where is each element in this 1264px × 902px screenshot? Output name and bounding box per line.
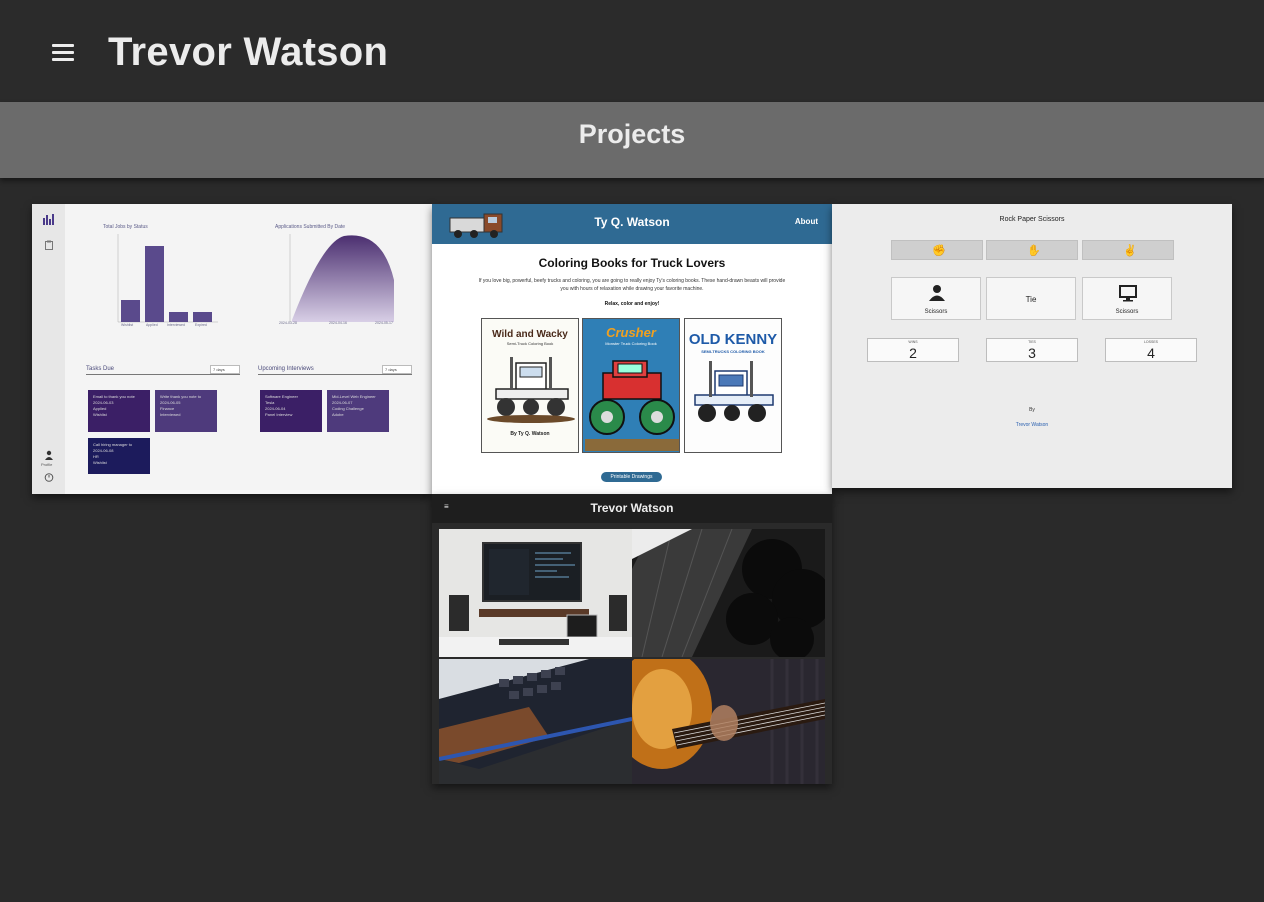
guitar-photo [632,659,825,784]
x-label-applied: Applied [146,323,158,327]
bar-applied [145,246,164,322]
hand-icon: ✋ [1027,245,1041,257]
printable-drawings-button[interactable]: Printable Drawings [601,472,662,482]
result-box: Tie [986,277,1076,320]
bar-chart-title: Total Jobs by Status [103,224,148,230]
ties-value: 3 [1028,345,1036,361]
fist-icon: ✊ [932,245,946,257]
profile-label: Profile [41,462,53,467]
hamburger-icon [52,44,74,47]
player-choice-label: Scissors [924,309,948,315]
truck-illustration [487,357,575,423]
task-tile[interactable]: Call hiring manager to 2024-06-08 HR Wishli… [88,438,150,474]
scissors-button[interactable]: ✌ [1082,240,1174,260]
upcoming-interviews-title: Upcoming Interviews [258,366,314,372]
coloring-brand[interactable]: Ty Q. Watson [432,215,832,229]
scissors-hand-icon: ✌ [1123,245,1137,257]
site-title[interactable]: Trevor Watson [108,30,388,75]
keyboard-photo [439,659,632,784]
tasks-due-title: Tasks Due [86,366,115,372]
jobs-by-status-bar-chart [117,234,218,323]
logo-chart-icon [43,214,54,225]
task-tile[interactable]: Email to thank you note 2024-06-03 Applied… [88,390,150,432]
paper-button[interactable]: ✋ [986,240,1078,260]
book-wild-and-wacky[interactable]: Wild and Wacky Semi-Truck Coloring Book … [481,318,579,453]
ties-counter: TIES 3 [986,338,1078,362]
author-link[interactable]: Trevor Watson [832,422,1232,428]
x-label-date-1: 2024-03-28 [279,321,297,325]
interview-tile[interactable]: Software Engineer Tesla 2024-06-04 Panel In… [260,390,322,432]
desktop-icon [1119,285,1137,302]
portfolio-title[interactable]: Trevor Watson [432,501,832,515]
coloring-tagline: Relax, color and enjoy! [604,301,660,307]
project-card-rock-paper-scissors[interactable]: Rock Paper Scissors ✊ ✋ ✌ Scissors Tie S… [832,204,1232,488]
project-card-job-tracker[interactable]: Profile Total Jobs by Status Wishlist Ap… [32,204,432,494]
player-choice-box: Scissors [891,277,981,320]
profile-icon[interactable] [44,450,54,460]
interviews-range-select[interactable]: 7 days [382,365,412,374]
coloring-description: If you love big, powerful, beefy trucks … [478,278,786,292]
losses-counter: LOSSES 4 [1105,338,1197,362]
wins-value: 2 [909,345,917,361]
semi-truck-illustration [694,361,774,422]
computer-choice-box: Scissors [1082,277,1172,320]
applications-by-date-area-chart [289,234,394,322]
x-label-expired: Expired [195,323,207,327]
desk-setup-photo [439,529,632,657]
rock-button[interactable]: ✊ [891,240,983,260]
by-label: By [1029,407,1035,413]
bar-wishlist [121,300,140,322]
about-link[interactable]: About [795,217,818,226]
rps-title: Rock Paper Scissors [999,216,1065,223]
result-label: Tie [1025,295,1037,304]
tasks-range-select[interactable]: 7 days [210,365,240,374]
area-chart-title: Applications Submitted By Date [275,224,346,230]
project-card-coloring-books[interactable]: Ty Q. Watson About Coloring Books for Tr… [432,204,832,494]
x-label-date-3: 2024-05-17 [375,321,393,325]
sidebar: Profile [32,204,65,494]
computer-choice-label: Scissors [1115,309,1139,315]
losses-value: 4 [1147,345,1155,361]
section-title: Projects [578,119,686,149]
clipboard-icon[interactable] [44,240,54,250]
bar-interviewed [169,312,188,322]
project-card-portfolio[interactable]: ≡ Trevor Watson [432,494,832,784]
hamburger-menu-button[interactable] [52,44,74,66]
interview-tile[interactable]: Mid-Level Web Engineer 2024-06-07 Coding C… [327,390,389,432]
bar-expired [193,312,212,322]
building-trees-photo [632,529,825,657]
user-icon [929,285,945,301]
book-crusher[interactable]: Crusher Monster Truck Coloring Book [582,318,680,453]
task-tile[interactable]: Write thank you note to 2024-06-05 Finance… [155,390,217,432]
monster-truck-illustration [585,360,679,451]
x-label-wishlist: Wishlist [121,323,134,327]
wins-counter: WINS 2 [867,338,959,362]
area-series [292,235,394,322]
x-label-date-2: 2024-04-16 [329,321,347,325]
coloring-heading: Coloring Books for Truck Lovers [538,256,726,270]
timer-icon[interactable] [44,472,54,482]
book-old-kenny[interactable]: OLD KENNY SEMI-TRUCKS COLORING BOOK [684,318,782,453]
x-label-interviewed: Interviewed [167,323,185,327]
